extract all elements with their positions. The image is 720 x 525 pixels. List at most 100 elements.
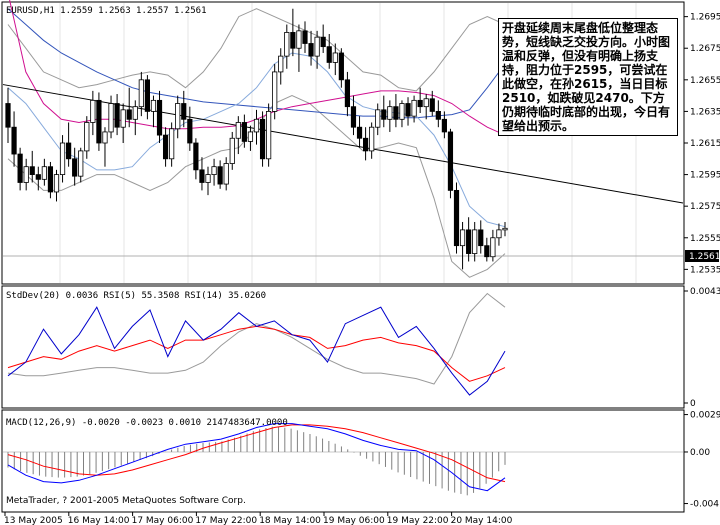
candle-body [441,118,447,133]
stddev-rsi-panel[interactable] [1,285,685,409]
candle-body [181,103,187,120]
time-tick-label: 20 May 14:00 [451,516,513,525]
candle-body [478,229,484,247]
candle-body [41,166,47,180]
price-tick-label: 1.2535 [690,265,720,275]
candle-body [266,111,272,160]
candle-body [429,98,435,112]
candle-body [326,46,332,63]
macd-tick-label: 0.00 [690,448,710,458]
price-tick-label: 1.2675 [690,44,720,54]
candle-body [284,32,290,57]
candle-body [144,79,151,112]
candle-body [35,174,41,180]
candle-body [453,189,460,247]
candle-body [369,126,375,152]
candle-body [126,109,132,120]
candle-body [78,150,84,177]
candle-body [211,166,217,175]
candle-body [175,103,181,130]
candle-body [59,142,66,175]
candle-body [344,79,351,108]
candle-body [199,169,205,183]
macd-tick-label: 0.0029 [690,411,720,421]
macd-tick-label: -0.004 [690,500,719,510]
candle-body [502,227,508,231]
price-tick-label: 1.2595 [690,171,720,181]
price-tick-label: 1.2575 [690,202,720,212]
candle-body [169,128,175,160]
price-tick-label: 1.2635 [690,107,720,117]
candle-body [423,98,429,108]
price-tick-label: 1.2615 [690,139,720,149]
candle-body [484,245,490,258]
time-tick-label: 16 May 14:00 [68,516,130,525]
candle-body [332,52,338,63]
candle-body [314,36,320,57]
price-tick-label: 1.2555 [690,234,720,244]
candle-body [496,229,502,239]
candle-body [417,99,423,108]
candle-body [466,229,472,254]
time-tick-label: 19 May 22:00 [387,516,449,525]
candle-body [23,166,29,183]
candle-body [447,131,454,191]
stddev-tick-label: 0.0043 [690,287,720,297]
candle-body [338,52,344,81]
candle-body [72,158,78,177]
candle-body [217,166,223,185]
candle-body [308,43,314,57]
candle-body [435,111,441,120]
candle-body [102,131,108,144]
candle-body [320,36,326,48]
candle-body [490,237,496,258]
candle-body [66,142,72,160]
candle-body [205,174,211,183]
price-header: EURUSD,H1 1.2559 1.2563 1.2557 1.2561 [6,6,206,16]
candle-body [53,174,60,193]
candle-body [47,166,54,193]
candle-body [393,106,399,120]
candle-body [290,32,296,49]
candle-body [399,103,405,120]
candle-body [381,109,387,120]
candle-body [278,55,284,73]
candle-body [138,79,144,108]
candle-body [90,99,96,123]
copyright-text: MetaTrader, ? 2001-2005 MetaQuotes Softw… [6,496,246,506]
candle-body [253,118,260,133]
candle-body [11,126,17,155]
candle-body [247,131,254,142]
candle-body [459,229,466,247]
candle-body [187,118,193,144]
candle-body [350,106,357,128]
candle-body [387,106,393,120]
time-tick-label: 18 May 14:00 [259,516,321,525]
candle-body [241,122,247,142]
candle-body [302,30,308,44]
macd-header: MACD(12,26,9) -0.0020 -0.0023 0.0010 214… [6,418,288,428]
candle-body [5,103,11,128]
candle-body [162,134,169,160]
candle-body [296,30,302,49]
candle-body [150,99,157,112]
candle-body [259,118,266,160]
price-tick-label: 1.2655 [690,76,720,86]
stddev-tick-label: 0 [690,399,696,409]
candle-body [29,166,35,175]
candle-body [17,153,23,183]
candle-body [108,103,114,133]
time-tick-label: 17 May 22:00 [195,516,257,525]
candle-body [272,71,278,112]
candle-body [375,109,381,128]
time-axis: 13 May 2005 16 May 14:00 17 May 06:00 17 Ma… [4,512,513,525]
candle-body [411,99,417,117]
candle-body [362,137,369,152]
price-tick-label: 1.2695 [690,13,720,23]
candle-body [405,103,411,117]
candle-body [229,137,235,164]
time-tick-label: 19 May 06:00 [323,516,385,525]
candle-body [96,99,102,144]
analysis-annotation: 开盘延续周末尾盘低位整理态势，短线缺乏交投方向。小时图温和反弹，但没有明确上扬支… [498,18,678,136]
last-price-label: 1.2561 [689,252,720,262]
